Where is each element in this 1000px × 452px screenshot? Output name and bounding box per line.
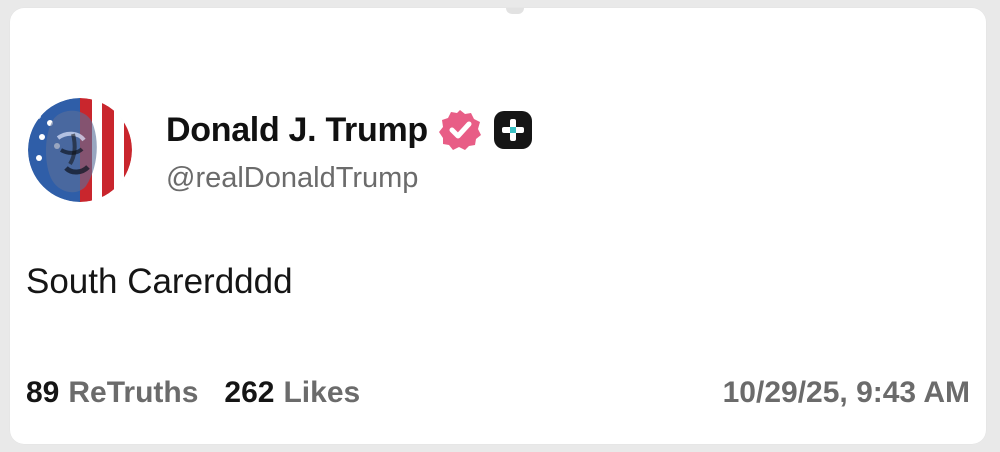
- card-top-handle: [506, 8, 524, 14]
- post-header: Donald J. Trump @realDonaldTrump: [28, 98, 534, 202]
- retruths-stat[interactable]: 89 ReTruths: [26, 378, 198, 408]
- screenshot-page: Donald J. Trump @realDonaldTrump South C…: [0, 0, 1000, 452]
- plus-badge-icon: [492, 109, 534, 151]
- likes-count: 262: [224, 376, 275, 409]
- avatar[interactable]: [28, 98, 132, 202]
- likes-label: Likes: [283, 376, 361, 409]
- post-stats: 89 ReTruths 262 Likes: [26, 378, 360, 408]
- retruths-count: 89: [26, 376, 60, 409]
- post-timestamp[interactable]: 10/29/25, 9:43 AM: [723, 378, 970, 408]
- verified-badge-icon: [438, 108, 482, 152]
- author-handle[interactable]: @realDonaldTrump: [166, 163, 534, 193]
- post-footer: 89 ReTruths 262 Likes 10/29/25, 9:43 AM: [26, 378, 970, 408]
- likes-stat[interactable]: 262 Likes: [224, 378, 360, 408]
- author-name-row: Donald J. Trump: [166, 108, 534, 152]
- retruths-label: ReTruths: [68, 376, 199, 409]
- author-display-name[interactable]: Donald J. Trump: [166, 113, 428, 147]
- post-text: South Carerdddd: [26, 262, 293, 301]
- post-card: Donald J. Trump @realDonaldTrump South C…: [10, 8, 986, 444]
- author-info: Donald J. Trump @realDonaldTrump: [166, 108, 534, 193]
